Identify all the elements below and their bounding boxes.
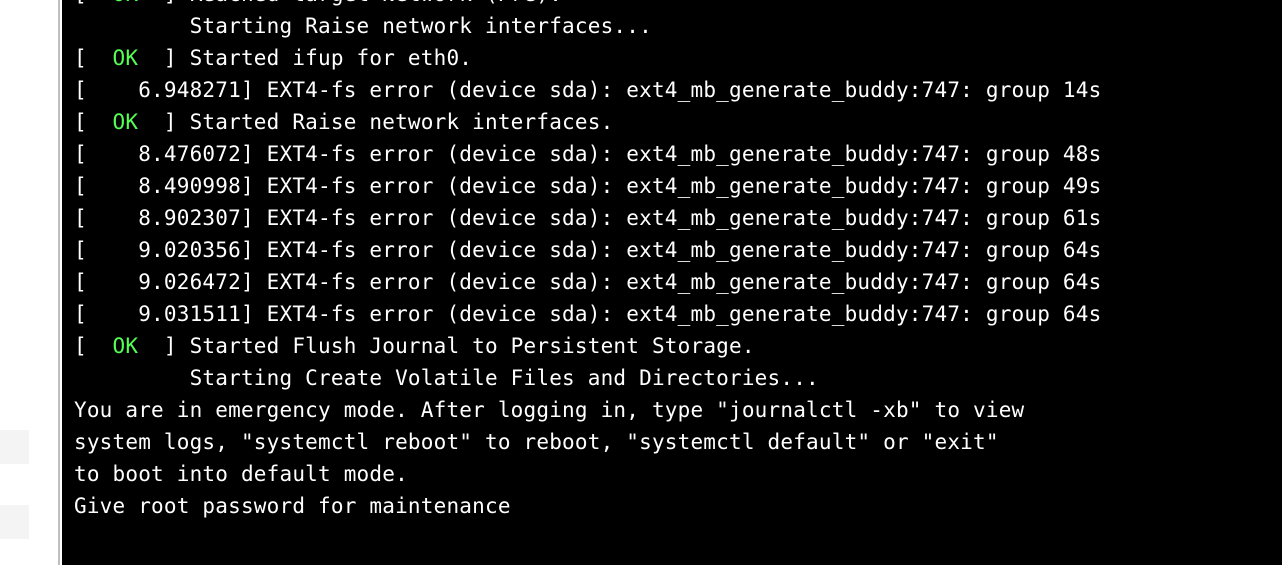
console-timestamp: [ 8.902307] (74, 206, 267, 230)
console-message: Starting Raise network interfaces... (74, 14, 652, 38)
console-timestamp: [ 8.476072] (74, 142, 267, 166)
console-message: EXT4-fs error (device sda): ext4_mb_gene… (267, 238, 1102, 262)
terminal-console: [ OK ] Reached target Network (Pre). Sta… (62, 0, 1282, 565)
console-line: Starting Create Volatile Files and Direc… (74, 362, 1282, 394)
console-line: system logs, "systemctl reboot" to reboo… (74, 426, 1282, 458)
console-message: Starting Create Volatile Files and Direc… (74, 366, 819, 390)
console-timestamp: [ 6.948271] (74, 78, 267, 102)
console-message: EXT4-fs error (device sda): ext4_mb_gene… (267, 270, 1102, 294)
console-line: [ 9.031511] EXT4-fs error (device sda): … (74, 298, 1282, 330)
console-line: [ OK ] Started Flush Journal to Persiste… (74, 330, 1282, 362)
console-line: Give root password for maintenance (74, 490, 1282, 522)
terminal-frame: [ OK ] Reached target Network (Pre). Sta… (58, 0, 1282, 565)
console-timestamp: [ 8.490998] (74, 174, 267, 198)
page-margin-stripe (0, 505, 29, 539)
console-message: system logs, "systemctl reboot" to reboo… (74, 430, 999, 454)
console-line: [ OK ] Started Raise network interfaces. (74, 106, 1282, 138)
console-line: Starting Raise network interfaces... (74, 10, 1282, 42)
console-line: [ 6.948271] EXT4-fs error (device sda): … (74, 74, 1282, 106)
console-message: EXT4-fs error (device sda): ext4_mb_gene… (267, 206, 1102, 230)
console-line: [ 8.476072] EXT4-fs error (device sda): … (74, 138, 1282, 170)
console-message: Started ifup for eth0. (190, 46, 473, 70)
console-message: EXT4-fs error (device sda): ext4_mb_gene… (267, 302, 1102, 326)
console-line: to boot into default mode. (74, 458, 1282, 490)
console-message: EXT4-fs error (device sda): ext4_mb_gene… (267, 174, 1102, 198)
console-message: EXT4-fs error (device sda): ext4_mb_gene… (267, 142, 1102, 166)
console-message: to boot into default mode. (74, 462, 408, 486)
page-margin-left (0, 0, 58, 565)
console-message: Started Raise network interfaces. (190, 110, 614, 134)
console-message: EXT4-fs error (device sda): ext4_mb_gene… (267, 78, 1102, 102)
console-timestamp: [ 9.020356] (74, 238, 267, 262)
console-line: [ 9.026472] EXT4-fs error (device sda): … (74, 266, 1282, 298)
console-message: Started Flush Journal to Persistent Stor… (190, 334, 755, 358)
console-line: [ OK ] Started ifup for eth0. (74, 42, 1282, 74)
console-message: Reached target Network (Pre). (190, 0, 562, 6)
console-line: [ OK ] Reached target Network (Pre). (74, 0, 1282, 10)
console-line: [ 9.020356] EXT4-fs error (device sda): … (74, 234, 1282, 266)
console-line: You are in emergency mode. After logging… (74, 394, 1282, 426)
console-timestamp: [ 9.026472] (74, 270, 267, 294)
page-margin-stripe (0, 430, 29, 464)
console-timestamp: [ 9.031511] (74, 302, 267, 326)
console-line: [ 8.902307] EXT4-fs error (device sda): … (74, 202, 1282, 234)
console-message: Give root password for maintenance (74, 494, 511, 518)
console-line: [ 8.490998] EXT4-fs error (device sda): … (74, 170, 1282, 202)
console-message: You are in emergency mode. After logging… (74, 398, 1024, 422)
